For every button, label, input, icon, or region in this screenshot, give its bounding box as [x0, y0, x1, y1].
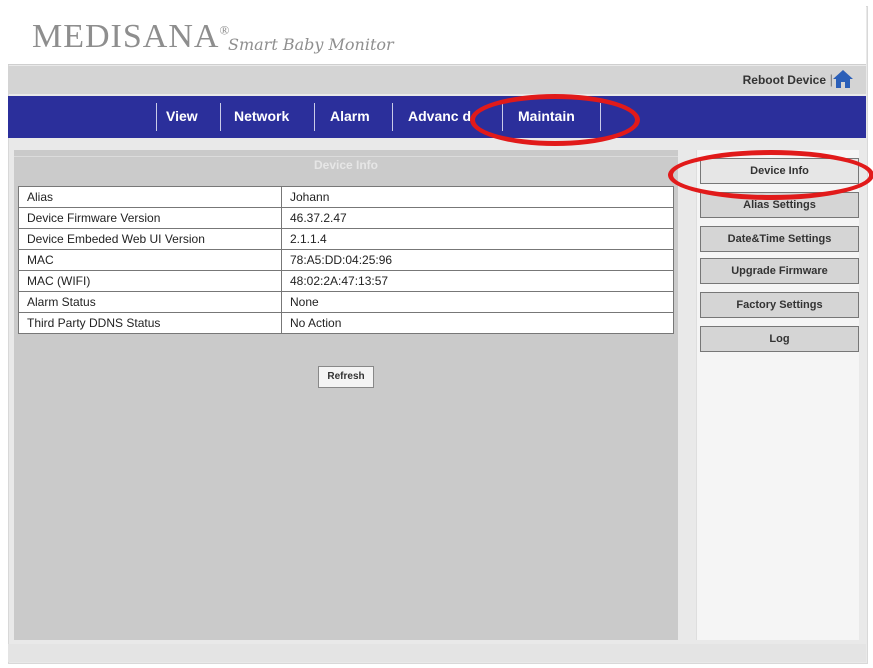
- brand-name: MEDISANA: [32, 18, 220, 55]
- sidebar-item-log[interactable]: Log: [700, 326, 859, 352]
- device-info-table: Alias Johann Device Firmware Version 46.…: [18, 186, 674, 334]
- nav-separator: [314, 103, 315, 131]
- device-info-heading: Device Info: [14, 156, 678, 180]
- top-bar: Reboot Device |: [8, 66, 866, 94]
- table-row: Alarm Status None: [18, 291, 674, 313]
- maintain-sidebar: Device Info Alias Settings Date&Time Set…: [696, 150, 859, 640]
- table-row: Third Party DDNS Status No Action: [18, 312, 674, 334]
- sidebar-item-factory-settings[interactable]: Factory Settings: [700, 292, 859, 318]
- refresh-button[interactable]: Refresh: [318, 366, 374, 388]
- row-value: 2.1.1.4: [281, 228, 674, 250]
- nav-separator: [502, 103, 503, 131]
- tab-network[interactable]: Network: [234, 108, 289, 124]
- row-key: Device Firmware Version: [18, 207, 282, 229]
- sidebar-item-alias-settings[interactable]: Alias Settings: [700, 192, 859, 218]
- device-info-panel: Device Info Alias Johann Device Firmware…: [14, 150, 678, 640]
- main-nav: View Network Alarm Advanc d Maintain: [8, 96, 866, 138]
- row-value: 48:02:2A:47:13:57: [281, 270, 674, 292]
- tab-advanced-label-end: d: [462, 108, 472, 124]
- tab-maintain[interactable]: Maintain: [518, 108, 575, 124]
- row-value: 78:A5:DD:04:25:96: [281, 249, 674, 271]
- table-row: Device Firmware Version 46.37.2.47: [18, 207, 674, 229]
- row-key: Third Party DDNS Status: [18, 312, 282, 334]
- row-key: MAC: [18, 249, 282, 271]
- header: MEDISANA® Smart Baby Monitor: [8, 6, 866, 65]
- table-row: MAC (WIFI) 48:02:2A:47:13:57: [18, 270, 674, 292]
- row-key: Device Embeded Web UI Version: [18, 228, 282, 250]
- footer-bar: [8, 644, 866, 662]
- table-row: MAC 78:A5:DD:04:25:96: [18, 249, 674, 271]
- table-row: Alias Johann: [18, 186, 674, 208]
- home-icon[interactable]: [832, 69, 854, 89]
- sidebar-item-date-time-settings[interactable]: Date&Time Settings: [700, 226, 859, 252]
- tab-advanced[interactable]: Advanc d: [408, 108, 471, 124]
- row-value: None: [281, 291, 674, 313]
- nav-separator: [600, 103, 601, 131]
- tab-alarm[interactable]: Alarm: [330, 108, 370, 124]
- row-key: Alias: [18, 186, 282, 208]
- tab-advanced-label: Advanc: [408, 108, 459, 124]
- row-value: Johann: [281, 186, 674, 208]
- row-value: No Action: [281, 312, 674, 334]
- nav-separator: [156, 103, 157, 131]
- tab-view[interactable]: View: [166, 108, 198, 124]
- row-value: 46.37.2.47: [281, 207, 674, 229]
- brand-tagline: Smart Baby Monitor: [228, 35, 394, 54]
- reboot-device-link[interactable]: Reboot Device: [743, 73, 826, 87]
- row-key: Alarm Status: [18, 291, 282, 313]
- sidebar-item-device-info[interactable]: Device Info: [700, 158, 859, 184]
- nav-separator: [392, 103, 393, 131]
- row-key: MAC (WIFI): [18, 270, 282, 292]
- sidebar-item-upgrade-firmware[interactable]: Upgrade Firmware: [700, 258, 859, 284]
- table-row: Device Embeded Web UI Version 2.1.1.4: [18, 228, 674, 250]
- nav-separator: [220, 103, 221, 131]
- brand-logo: MEDISANA®: [32, 18, 230, 56]
